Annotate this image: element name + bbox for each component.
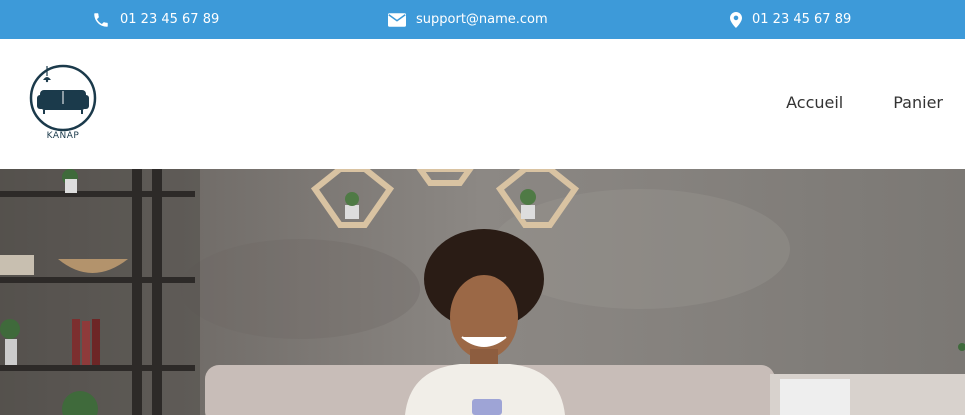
- address-text: 01 23 45 67 89: [752, 12, 852, 27]
- phone-text: 01 23 45 67 89: [120, 12, 220, 27]
- email-text: support@name.com: [416, 12, 548, 27]
- nav-link-cart[interactable]: Panier: [893, 93, 943, 112]
- sofa-logo-icon: [29, 64, 97, 132]
- contact-email[interactable]: support@name.com: [388, 0, 548, 39]
- envelope-icon: [388, 12, 406, 27]
- main-nav: Accueil Panier: [786, 93, 943, 112]
- nav-link-home[interactable]: Accueil: [786, 93, 843, 112]
- hero-banner: [0, 169, 965, 415]
- brand-name: KANAP: [46, 131, 80, 141]
- hero-image: [0, 169, 965, 415]
- map-pin-icon: [730, 11, 742, 28]
- contact-bar: 01 23 45 67 89 support@name.com 01 23 45…: [0, 0, 965, 39]
- shelf-unit: [0, 169, 200, 415]
- contact-address[interactable]: 01 23 45 67 89: [730, 0, 851, 39]
- site-header: KANAP Accueil Panier: [0, 39, 965, 169]
- phone-icon: [94, 12, 108, 27]
- contact-phone[interactable]: 01 23 45 67 89: [92, 0, 219, 39]
